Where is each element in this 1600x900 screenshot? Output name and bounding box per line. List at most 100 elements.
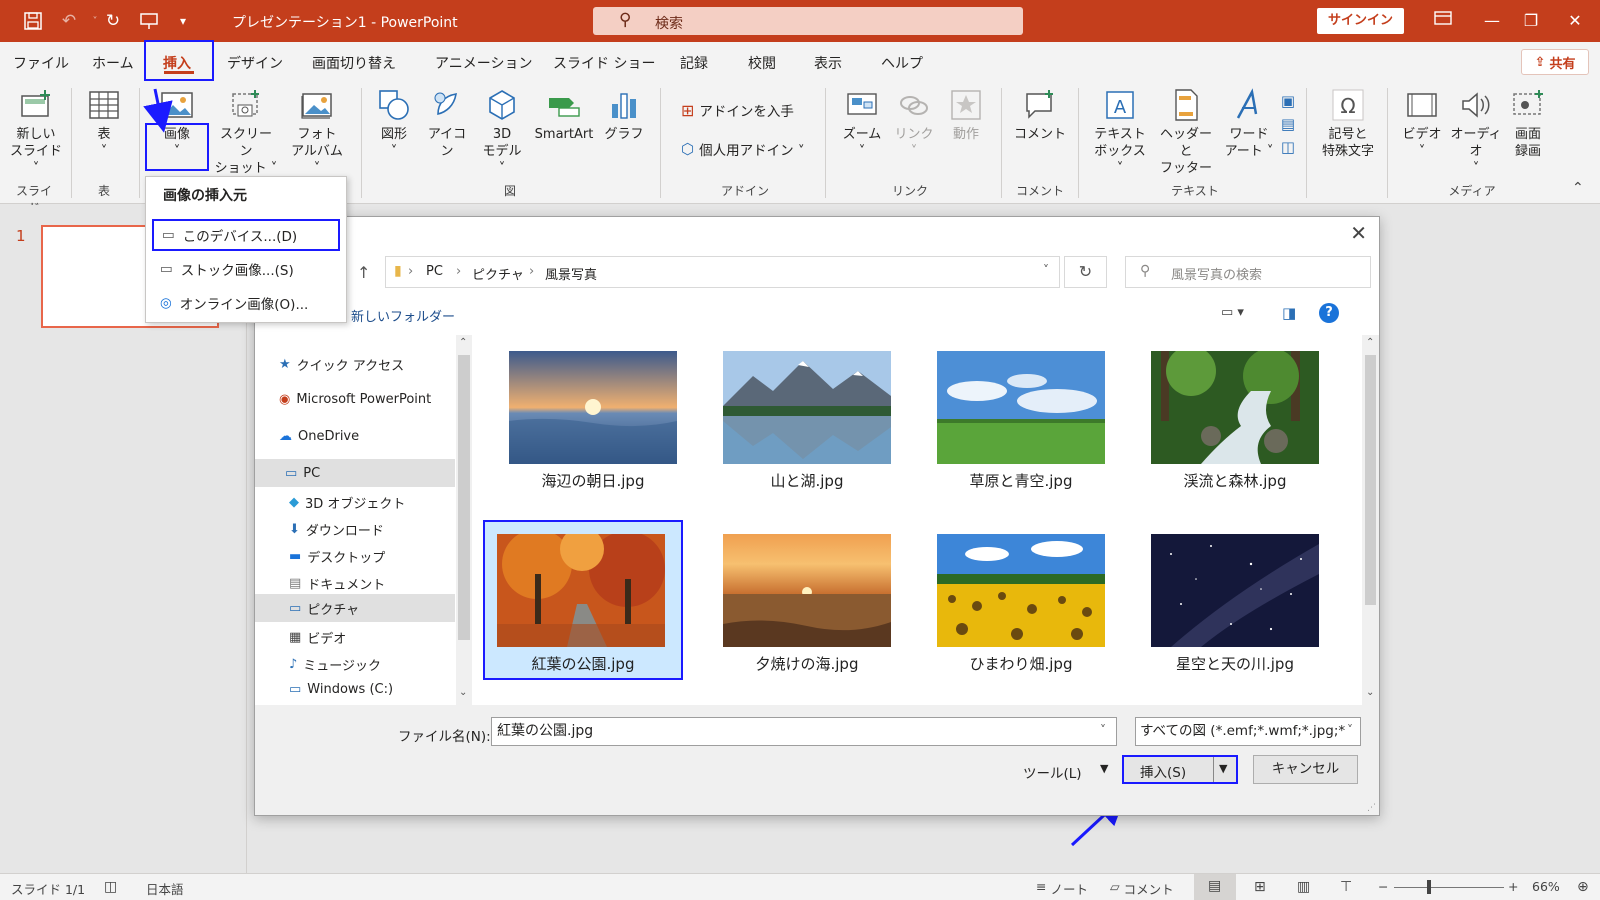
nav-documents[interactable]: ▤ ドキュメント xyxy=(289,574,385,593)
insert-dropdown-icon[interactable]: ▼ xyxy=(1219,762,1227,775)
resize-grip-icon[interactable]: ⋰ xyxy=(1367,803,1376,813)
normal-view-icon[interactable]: ▤ xyxy=(1194,874,1236,900)
slide-number-icon[interactable]: ▤ xyxy=(1278,113,1298,136)
textbox-button[interactable]: A テキスト ボックス ˅ xyxy=(1090,88,1150,177)
nav-quick-access[interactable]: ★ クイック アクセス xyxy=(279,355,404,374)
file-tile-selected[interactable]: 紅葉の公園.jpg xyxy=(483,520,683,680)
tab-animations[interactable]: アニメーション xyxy=(435,53,532,73)
language-indicator[interactable]: 日本語 xyxy=(146,879,184,898)
comment-button[interactable]: コメント xyxy=(1014,88,1066,143)
nav-windows-c[interactable]: ▭ Windows (C:) xyxy=(289,682,393,697)
nav-3d-objects[interactable]: ◆ 3D オブジェクト xyxy=(289,493,405,512)
tab-file[interactable]: ファイル xyxy=(13,53,69,73)
file-tile[interactable]: 草原と青空.jpg xyxy=(923,337,1119,495)
my-addins-button[interactable]: ⬡ 個人用アドイン ˅ xyxy=(681,139,805,159)
tab-review[interactable]: 校閲 xyxy=(748,53,776,73)
file-tile[interactable]: 渓流と森林.jpg xyxy=(1137,337,1333,495)
filename-input[interactable]: 紅葉の公園.jpg xyxy=(491,717,1117,746)
action-button[interactable]: 動作 xyxy=(944,88,988,143)
undo-icon[interactable]: ↶ xyxy=(56,9,82,33)
tools-dropdown-icon[interactable]: ▼ xyxy=(1100,762,1108,775)
table-button[interactable]: 表 ˅ xyxy=(82,88,126,160)
menu-item-this-device[interactable]: ▭ このデバイス...(D) xyxy=(152,219,340,251)
close-window-icon[interactable]: ✕ xyxy=(1560,8,1590,34)
nav-onedrive[interactable]: ☁ OneDrive xyxy=(279,429,359,444)
scroll-up-icon[interactable]: ⌃ xyxy=(459,337,467,348)
chart-button[interactable]: グラフ xyxy=(602,88,646,143)
audio-button[interactable]: オーディオ ˅ xyxy=(1446,88,1506,177)
tab-design[interactable]: デザイン xyxy=(227,53,283,73)
fit-to-window-icon[interactable]: ⊕ xyxy=(1577,879,1589,895)
file-type-filter[interactable]: すべての図 (*.emf;*.wmf;*.jpg;* xyxy=(1135,717,1361,746)
wordart-button[interactable]: ワード アート ˅ xyxy=(1222,88,1276,160)
nav-pc[interactable]: ▭ PC xyxy=(255,459,455,487)
photo-album-button[interactable]: フォト アルバム ˅ xyxy=(286,88,348,177)
3d-models-button[interactable]: 3D モデル ˅ xyxy=(478,88,526,177)
reading-view-icon[interactable]: ▥ xyxy=(1297,879,1310,895)
new-folder-button[interactable]: 新しいフォルダー xyxy=(351,306,455,325)
share-button[interactable]: ⇪ 共有 xyxy=(1521,49,1589,75)
zoom-button[interactable]: ズーム ˅ xyxy=(838,88,886,160)
object-icon[interactable]: ◫ xyxy=(1278,136,1298,159)
file-tile[interactable]: 星空と天の川.jpg xyxy=(1137,520,1333,678)
nav-desktop[interactable]: ▬ デスクトップ xyxy=(289,547,385,566)
tab-slideshow[interactable]: スライド ショー xyxy=(553,53,655,73)
save-icon[interactable] xyxy=(20,9,46,33)
collapse-ribbon-icon[interactable]: ⌃ xyxy=(1572,180,1584,196)
comments-button[interactable]: ▱ コメント xyxy=(1110,879,1174,898)
smartart-button[interactable]: SmartArt xyxy=(530,88,598,143)
tab-record[interactable]: 記録 xyxy=(680,53,708,73)
insert-button[interactable]: 挿入(S) ▼ xyxy=(1122,755,1238,784)
address-dropdown-icon[interactable]: ˅ xyxy=(1043,263,1049,277)
tab-home[interactable]: ホーム xyxy=(92,53,134,73)
breadcrumb-landscape[interactable]: 風景写真 xyxy=(545,264,597,283)
scroll-down-icon[interactable]: ⌄ xyxy=(459,687,467,698)
address-bar[interactable]: ▮ › PC › ピクチャ › 風景写真 ˅ xyxy=(385,256,1060,288)
file-tile[interactable]: 海辺の朝日.jpg xyxy=(495,337,691,495)
zoom-in-icon[interactable]: + xyxy=(1508,879,1518,894)
tab-help[interactable]: ヘルプ xyxy=(881,53,923,73)
header-footer-button[interactable]: ヘッダーと フッター xyxy=(1154,88,1218,177)
ribbon-display-icon[interactable] xyxy=(1428,8,1458,34)
text-small-buttons[interactable]: ▣ ▤ ◫ xyxy=(1278,90,1298,159)
filename-dropdown-icon[interactable]: ˅ xyxy=(1100,723,1106,737)
zoom-slider-thumb[interactable] xyxy=(1427,880,1431,894)
minimize-icon[interactable]: — xyxy=(1477,8,1507,34)
nav-pictures[interactable]: ▭ ピクチャ xyxy=(255,594,455,622)
slideshow-view-icon[interactable]: ⊤ xyxy=(1340,879,1352,895)
redo-icon[interactable]: ↻ xyxy=(100,9,126,33)
grid-scrollbar[interactable]: ⌃ ⌄ xyxy=(1362,335,1379,705)
icons-button[interactable]: アイコン xyxy=(422,88,472,160)
dialog-close-icon[interactable]: ✕ xyxy=(1350,221,1367,245)
signin-button[interactable]: サインイン xyxy=(1317,8,1404,34)
scroll-down-icon[interactable]: ⌄ xyxy=(1366,687,1374,698)
shapes-button[interactable]: 図形 ˅ xyxy=(372,88,416,160)
notes-button[interactable]: ≡ ノート xyxy=(1036,879,1088,898)
slide-sorter-icon[interactable]: ⊞ xyxy=(1254,879,1266,895)
breadcrumb-pictures[interactable]: ピクチャ xyxy=(472,264,524,283)
get-addins-button[interactable]: ⊞ アドインを入手 xyxy=(681,100,794,121)
preview-pane-icon[interactable]: ◨ xyxy=(1282,304,1296,322)
scroll-up-icon[interactable]: ⌃ xyxy=(1366,337,1374,348)
zoom-out-icon[interactable]: − xyxy=(1378,879,1388,894)
grid-scroll-thumb[interactable] xyxy=(1365,355,1376,605)
nav-videos[interactable]: ▦ ビデオ xyxy=(289,628,346,647)
link-button[interactable]: リンク ˅ xyxy=(892,88,936,160)
up-arrow-icon[interactable]: ↑ xyxy=(357,263,370,282)
new-slide-button[interactable]: 新しい スライド ˅ xyxy=(8,88,64,177)
screen-recording-button[interactable]: 画面 録画 xyxy=(1506,88,1550,160)
cancel-button[interactable]: キャンセル xyxy=(1253,755,1358,784)
tab-view[interactable]: 表示 xyxy=(814,53,842,73)
nav-scrollbar[interactable]: ⌃ ⌄ xyxy=(456,335,472,705)
customize-qat-icon[interactable]: ▾ xyxy=(170,9,196,33)
help-icon[interactable]: ? xyxy=(1319,303,1339,323)
folder-search-input[interactable]: ⚲ 風景写真の検索 xyxy=(1125,256,1371,288)
video-button[interactable]: ビデオ ˅ xyxy=(1398,88,1446,160)
date-time-icon[interactable]: ▣ xyxy=(1278,90,1298,113)
screenshot-button[interactable]: スクリーン ショット ˅ xyxy=(214,88,278,177)
refresh-icon[interactable]: ↻ xyxy=(1064,256,1107,288)
nav-downloads[interactable]: ⬇ ダウンロード xyxy=(289,520,384,539)
view-options-icon[interactable]: ▭ ▾ xyxy=(1221,305,1244,320)
file-tile[interactable]: 夕焼けの海.jpg xyxy=(709,520,905,678)
menu-item-online-images[interactable]: ◎ オンライン画像(O)... xyxy=(152,287,340,319)
